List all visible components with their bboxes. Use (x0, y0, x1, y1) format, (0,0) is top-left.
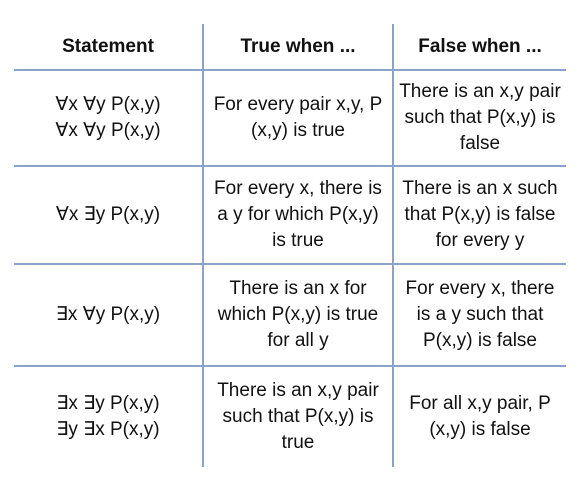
statement-line: ∃x ∃y P(x,y) (56, 393, 160, 414)
statement-line: ∀x ∀y P(x,y) (55, 120, 161, 141)
row-2-true-when: For every x, there is a y for which P(x,… (214, 178, 382, 251)
row-1-true-when: For every pair x,y, P (x,y) is true (213, 94, 383, 141)
row-4-true-when: There is an x,y pair such that P(x,y) is… (217, 380, 379, 453)
row-1-statement: ∀x ∀y P(x,y) ∀x ∀y P(x,y) (14, 71, 202, 165)
statement-line: ∀x ∃y P(x,y) (55, 204, 161, 225)
quantifier-table: Statement True when ... False when ... ∀… (14, 24, 580, 467)
statement-line: ∃y ∃x P(x,y) (56, 419, 160, 440)
row-3-true-when: There is an x for which P(x,y) is true f… (217, 278, 379, 351)
row-2-statement: ∀x ∃y P(x,y) (14, 167, 202, 263)
row-1-false-when: There is an x,y pair such that P(x,y) is… (399, 81, 561, 154)
header-true-when: True when ... (240, 35, 356, 57)
row-3-statement: ∃x ∀y P(x,y) (14, 265, 202, 365)
row-2-false-when: There is an x such that P(x,y) is false … (402, 178, 558, 251)
statement-line: ∃x ∀y P(x,y) (55, 304, 161, 325)
row-4-statement: ∃x ∃y P(x,y) ∃y ∃x P(x,y) (14, 367, 202, 467)
row-3-false-when: For every x, there is a y such that P(x,… (405, 278, 555, 351)
row-4-false-when: For all x,y pair, P (x,y) is false (409, 393, 551, 440)
statement-line: ∀x ∀y P(x,y) (55, 94, 161, 115)
header-statement: Statement (62, 35, 154, 57)
header-false-when: False when ... (418, 35, 542, 57)
